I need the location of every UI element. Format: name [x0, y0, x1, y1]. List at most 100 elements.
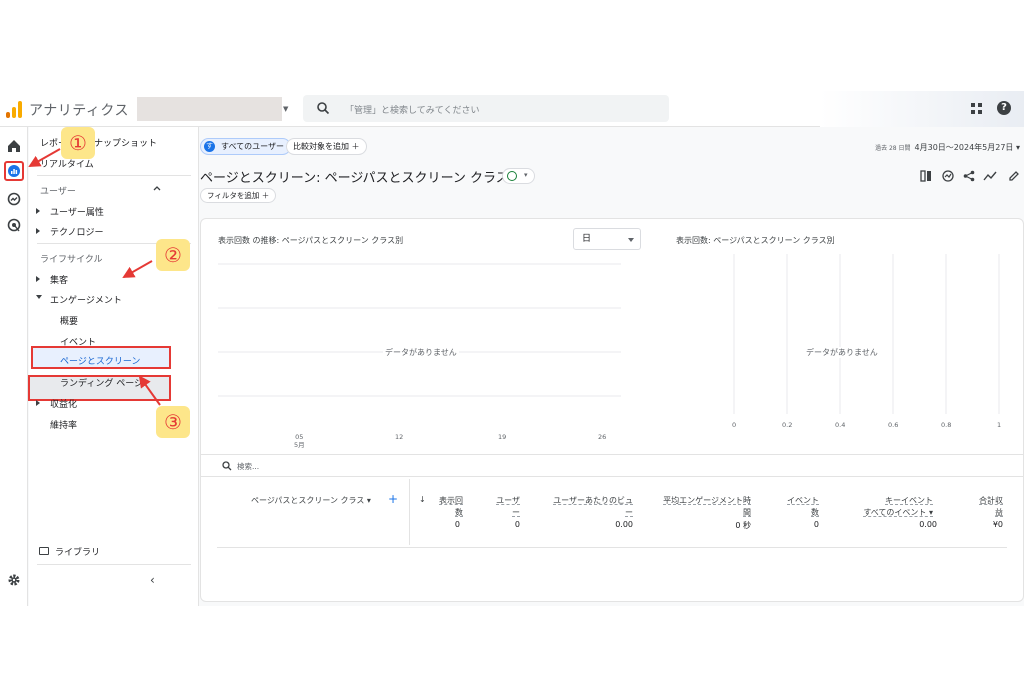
granularity-select[interactable]: 日	[573, 228, 641, 250]
col-header-views[interactable]: 表示回数	[439, 495, 463, 519]
search-icon	[317, 102, 330, 115]
table-search-placeholder: 検索...	[237, 462, 260, 471]
expand-icon[interactable]	[36, 228, 40, 234]
search-placeholder: 「管理」と検索してみてください	[345, 106, 480, 116]
left-rail	[0, 127, 28, 606]
sort-arrow-icon[interactable]: ↓	[419, 495, 426, 504]
nav-pages-and-screens[interactable]: ページとスクリーン	[60, 354, 140, 367]
expand-icon[interactable]	[36, 276, 40, 282]
nav-retention[interactable]: 維持率	[50, 418, 77, 431]
home-icon[interactable]	[5, 137, 23, 155]
line-chart-grid	[218, 263, 621, 397]
caret-down-icon[interactable]: ▼	[283, 105, 288, 113]
add-comparison-button[interactable]: 比較対象を追加 ＋	[286, 138, 367, 155]
nav-section-user[interactable]: ユーザー	[40, 184, 76, 197]
check-circle-icon	[507, 171, 517, 181]
date-prefix: 過去 28 日間	[875, 145, 911, 152]
line-chart-no-data: データがありません	[383, 347, 459, 358]
bar-chart-no-data: データがありません	[804, 347, 880, 358]
nav-monetization[interactable]: 収益化	[50, 397, 77, 410]
chevron-up-icon[interactable]	[153, 185, 161, 191]
annotation-step-3: ③	[156, 406, 190, 438]
date-range: 4月30日～2024年5月27日	[914, 143, 1014, 152]
help-icon[interactable]: ?	[997, 101, 1011, 115]
total-views-per-user: 0.00	[615, 520, 633, 529]
add-filter-button[interactable]: フィルタを追加 ＋	[200, 188, 277, 203]
x-tick: 0.8	[941, 421, 952, 429]
annotation-step-1: ①	[61, 127, 95, 159]
add-dimension-icon[interactable]: +	[388, 492, 398, 506]
nav-user-attributes[interactable]: ユーザー属性	[50, 205, 104, 218]
folder-icon	[39, 547, 49, 555]
search-bar[interactable]: 「管理」と検索してみてください	[303, 95, 669, 122]
nav-acquisition[interactable]: 集客	[50, 273, 68, 286]
granularity-value: 日	[582, 234, 592, 244]
divider	[37, 175, 191, 176]
insights-icon[interactable]	[942, 170, 954, 182]
dimension-header[interactable]: ページパスとスクリーン クラス ▾	[251, 495, 371, 507]
trend-icon[interactable]	[983, 170, 997, 182]
nav-technology[interactable]: テクノロジー	[50, 225, 103, 238]
nav-overview[interactable]: 概要	[60, 314, 78, 327]
explore-icon[interactable]	[5, 190, 23, 208]
share-icon[interactable]	[963, 170, 975, 182]
account-selector[interactable]	[137, 97, 282, 121]
x-tick: 12	[395, 433, 404, 441]
analytics-window: アナリティクス ▼ 「管理」と検索してみてください ? レポートのスナップショッ…	[0, 91, 1024, 606]
nav-engagement[interactable]: エンゲージメント	[50, 293, 122, 306]
apps-grid-icon[interactable]	[971, 103, 983, 115]
search-icon	[222, 461, 232, 471]
table-search[interactable]: 検索...	[201, 454, 1023, 477]
top-bar: アナリティクス ▼ 「管理」と検索してみてください ?	[0, 91, 1024, 127]
col-header-users[interactable]: ユーザー	[496, 495, 520, 519]
reports-icon[interactable]	[4, 161, 24, 181]
col-header-views-per-user[interactable]: ユーザーあたりのビュー	[553, 495, 633, 519]
edit-pencil-icon[interactable]	[1008, 170, 1020, 182]
all-users-label: すべてのユーザー	[221, 142, 284, 151]
nav-library[interactable]: ライブラリ	[55, 545, 100, 558]
table-bottom-rule	[217, 547, 1007, 548]
bar-chart-grid	[733, 254, 1000, 414]
nav-landing-page[interactable]: ランディング ページ	[60, 376, 143, 389]
line-chart-title: 表示回数 の推移: ページパスとスクリーン クラス別	[218, 236, 404, 245]
divider	[37, 564, 191, 565]
segment-avatar: す	[204, 141, 215, 152]
customize-report-icon[interactable]	[920, 170, 933, 182]
total-key-events: 0.00	[919, 520, 937, 529]
report-status-chip[interactable]: ▾	[502, 168, 535, 184]
x-tick: 0.2	[782, 421, 793, 429]
admin-gear-icon[interactable]	[5, 571, 23, 589]
chevron-left-icon[interactable]: ‹	[150, 573, 155, 587]
bar-chart-title: 表示回数: ページパスとスクリーン クラス別	[676, 236, 835, 245]
analytics-logo-icon[interactable]	[6, 100, 22, 118]
x-tick: 0.6	[888, 421, 899, 429]
nav-section-lifecycle[interactable]: ライフサイクル	[40, 252, 103, 265]
nav-reports-snapshot[interactable]: レポートのスナップショット	[40, 136, 157, 149]
caret-down-icon: ▾	[524, 171, 528, 179]
col-header-total-revenue[interactable]: 合計収益	[979, 495, 1003, 519]
col-header-avg-engagement[interactable]: 平均エンゲージメント時間	[663, 495, 751, 519]
collapse-icon[interactable]	[36, 295, 42, 299]
expand-icon[interactable]	[36, 208, 40, 214]
all-users-chip[interactable]: す すべてのユーザー	[200, 138, 291, 155]
advertising-icon[interactable]	[5, 216, 23, 234]
x-tick: 0.4	[835, 421, 846, 429]
col-header-event-count[interactable]: イベント数	[787, 495, 819, 519]
x-tick: 0	[732, 421, 737, 429]
total-avg-engagement: 0 秒	[735, 521, 751, 530]
total-views: 0	[454, 520, 460, 529]
date-range-picker[interactable]: 過去 28 日間 4月30日～2024年5月27日 ▾	[875, 142, 1020, 153]
total-users: 0	[514, 520, 520, 529]
page-title: ページとスクリーン: ページパスとスクリーン クラス	[200, 171, 509, 186]
x-tick: 19	[498, 433, 507, 441]
dropdown-arrow-icon	[628, 238, 634, 242]
total-revenue: ¥0	[992, 520, 1003, 529]
annotation-step-2: ②	[156, 239, 190, 271]
dimension-header-label: ページパスとスクリーン クラス	[251, 496, 365, 505]
side-nav: レポートのスナップショット リアルタイム ユーザー ユーザー属性 テクノロジー …	[28, 127, 199, 606]
main-content: す すべてのユーザー 比較対象を追加 ＋ 過去 28 日間 4月30日～2024年…	[200, 127, 1024, 606]
app-title: アナリティクス	[29, 103, 129, 119]
col-header-key-events[interactable]: キーイベント すべてのイベント ▾	[863, 495, 933, 519]
expand-icon[interactable]	[36, 400, 40, 406]
total-event-count: 0	[813, 520, 819, 529]
